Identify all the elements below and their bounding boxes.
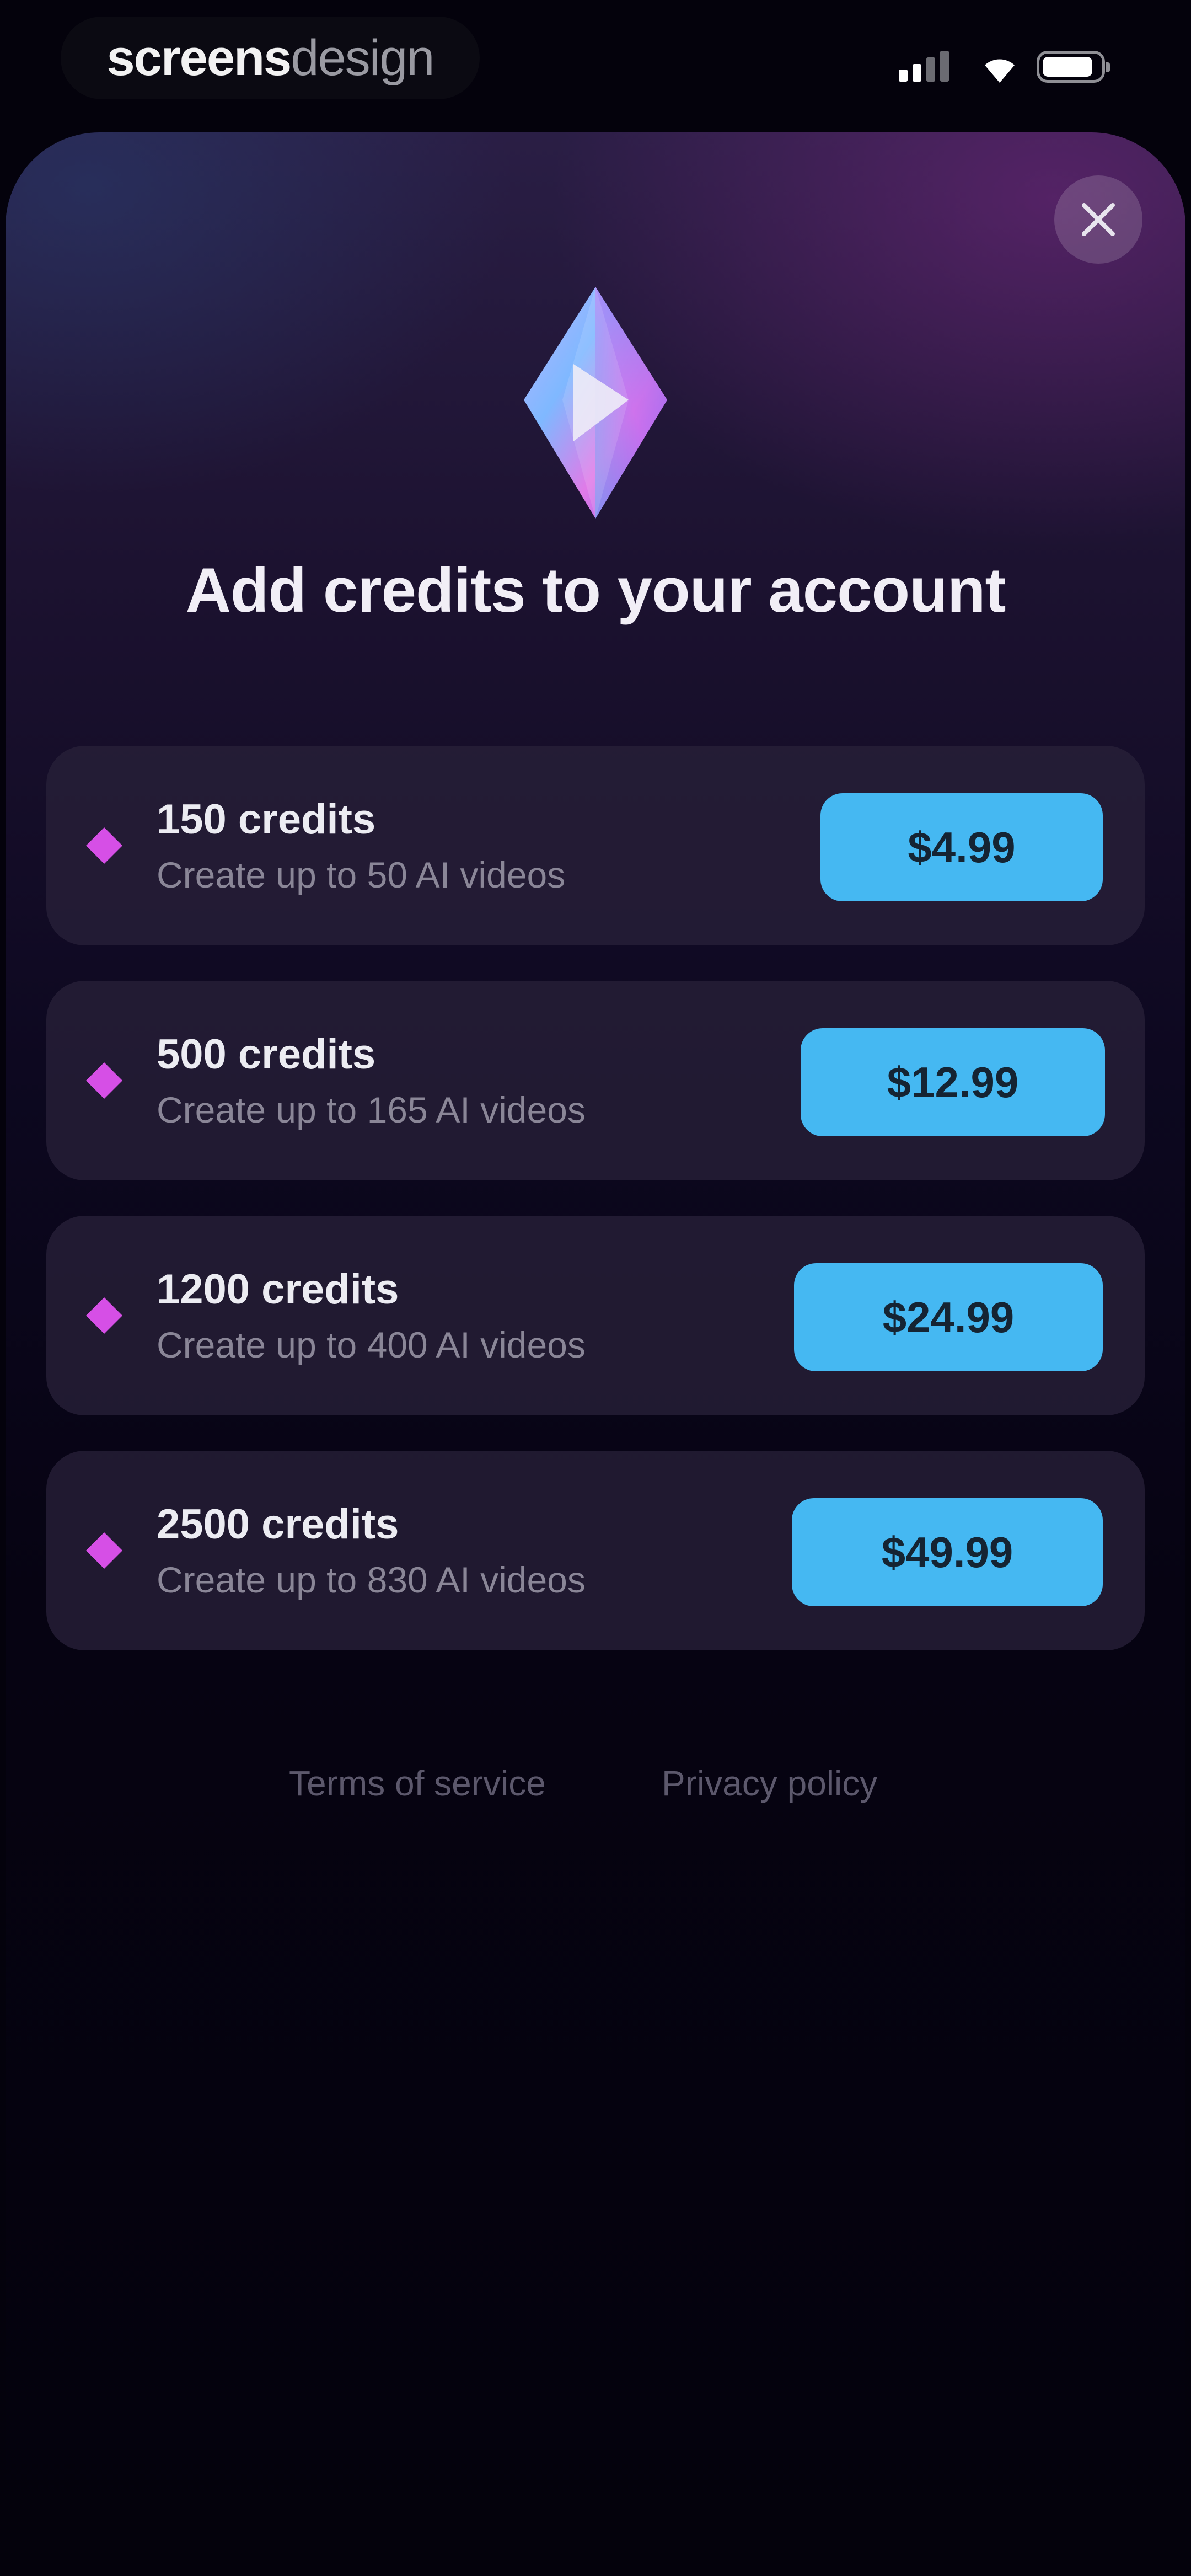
package-description: Create up to 830 AI videos	[157, 1559, 586, 1600]
package-credits: 500 credits	[157, 1031, 376, 1078]
diamond-icon	[86, 1532, 122, 1569]
diamond-icon	[86, 1062, 122, 1099]
price-button[interactable]: $4.99	[820, 793, 1103, 901]
credit-package-500: 500 credits Create up to 165 AI videos $…	[46, 981, 1145, 1180]
battery-icon	[1037, 51, 1110, 83]
package-credits: 150 credits	[157, 796, 376, 843]
price-button[interactable]: $24.99	[794, 1263, 1103, 1371]
price-button[interactable]: $12.99	[801, 1028, 1105, 1136]
package-description: Create up to 165 AI videos	[157, 1089, 586, 1130]
brand-bold: screens	[106, 29, 292, 86]
diamond-icon	[86, 1297, 122, 1334]
status-bar: screens design	[0, 0, 1191, 121]
package-description: Create up to 400 AI videos	[157, 1324, 586, 1365]
package-credits: 1200 credits	[157, 1266, 399, 1313]
credit-package-1200: 1200 credits Create up to 400 AI videos …	[46, 1216, 1145, 1415]
package-description: Create up to 50 AI videos	[157, 854, 566, 895]
terms-of-service-link[interactable]: Terms of service	[289, 1763, 546, 1804]
close-icon	[1082, 203, 1115, 236]
gem-icon	[524, 287, 667, 519]
diamond-icon	[86, 827, 122, 864]
price-button[interactable]: $49.99	[792, 1498, 1103, 1606]
credit-package-150: 150 credits Create up to 50 AI videos $4…	[46, 746, 1145, 945]
page-title: Add credits to your account	[185, 555, 1006, 626]
privacy-policy-link[interactable]: Privacy policy	[662, 1763, 877, 1804]
credit-package-2500: 2500 credits Create up to 830 AI videos …	[46, 1451, 1145, 1650]
signal-icon	[899, 51, 949, 82]
package-credits: 2500 credits	[157, 1501, 399, 1548]
close-button[interactable]	[1054, 175, 1142, 264]
brand-light: design	[291, 29, 434, 86]
wifi-icon	[985, 59, 1015, 83]
brand-badge: screens design	[61, 17, 480, 99]
